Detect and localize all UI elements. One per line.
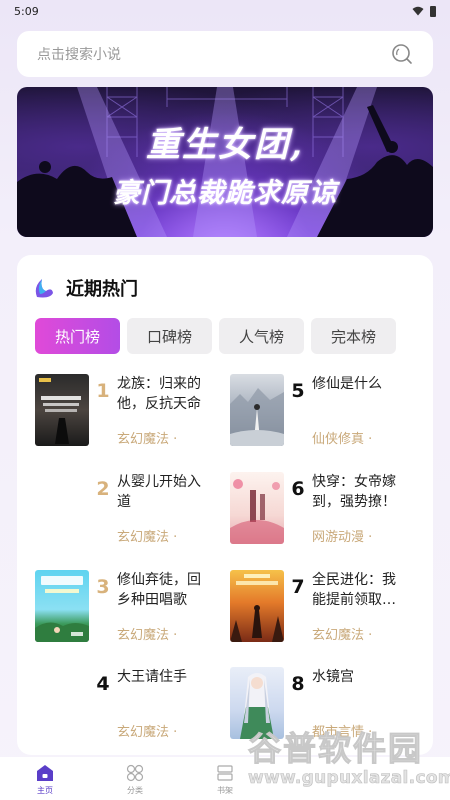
book-cover xyxy=(35,570,89,642)
tab-hot[interactable]: 热门榜 xyxy=(35,318,120,354)
nav-label: 主页 xyxy=(37,786,53,795)
cover-art xyxy=(230,574,284,642)
section-header: 近期热门 xyxy=(34,275,138,301)
cover-art xyxy=(230,388,284,446)
book-rank: 5 xyxy=(291,380,305,402)
book-genre: 玄幻魔法 · xyxy=(117,725,178,740)
book-title: 从婴儿开始入道 xyxy=(117,474,201,510)
book-genre: 玄幻魔法 · xyxy=(117,628,178,643)
book-title: 龙族：归来的他，反抗天命 xyxy=(117,376,201,412)
nav-label: 分类 xyxy=(127,786,143,795)
book-item[interactable]: 3 修仙弃徒，回乡种田唱歌 玄幻魔法 · xyxy=(35,570,209,643)
cover-art xyxy=(39,378,81,444)
book-cover xyxy=(35,472,89,544)
book-genre: 玄幻魔法 · xyxy=(117,432,178,447)
banner-title-line1: 重生女团, xyxy=(146,125,304,165)
search-placeholder: 点击搜索小说 xyxy=(37,47,121,63)
book-cover xyxy=(230,472,284,544)
book-rank: 3 xyxy=(96,576,110,598)
book-item[interactable]: 1 龙族：归来的他，反抗天命 玄幻魔法 · xyxy=(35,374,209,447)
book-item[interactable]: 4 大王请住手 玄幻魔法 · xyxy=(35,667,209,740)
cover-art xyxy=(230,479,284,544)
status-time: 5:09 xyxy=(14,4,39,18)
book-cover xyxy=(35,374,89,446)
tab-popularity[interactable]: 人气榜 xyxy=(219,318,304,354)
hot-list-card: 近期热门 热门榜 口碑榜 人气榜 完本榜 1 龙族：归来的他，反抗天命 玄幻魔法… xyxy=(17,255,433,755)
ranking-tabs: 热门榜 口碑榜 人气榜 完本榜 xyxy=(35,318,396,354)
book-rank: 7 xyxy=(291,576,305,598)
tab-completed[interactable]: 完本榜 xyxy=(311,318,396,354)
book-cover xyxy=(230,570,284,642)
book-title: 修仙是什么 xyxy=(312,376,382,392)
book-genre: 网游动漫 · xyxy=(312,530,373,545)
book-genre: 玄幻魔法 · xyxy=(117,530,178,545)
status-icons xyxy=(412,5,436,17)
search-icon[interactable] xyxy=(391,43,413,65)
watermark-url-text: www.gupuxlazal.com xyxy=(248,768,450,789)
section-title: 近期热门 xyxy=(66,279,138,300)
book-title: 水镜宫 xyxy=(312,669,354,685)
watermark-main-text: 谷普软件园 xyxy=(248,729,423,769)
nav-home[interactable]: 主页 xyxy=(0,757,90,800)
battery-icon xyxy=(430,5,436,17)
banner-title-line2: 豪门总裁跪求原谅 xyxy=(113,178,337,209)
nav-category[interactable]: 分类 xyxy=(90,757,180,800)
book-rank: 6 xyxy=(291,478,305,500)
book-title: 全民进化：我能提前领取… xyxy=(312,572,396,608)
book-genre: 玄幻魔法 · xyxy=(312,628,373,643)
book-title: 快穿：女帝嫁到，强势撩！ xyxy=(312,474,396,510)
book-cover xyxy=(230,374,284,446)
book-genre: 仙侠修真 · xyxy=(312,432,373,447)
site-watermark: 谷普软件园 www.gupuxlazal.com xyxy=(248,722,450,792)
book-item[interactable]: 5 修仙是什么 仙侠修真 · xyxy=(230,374,404,447)
book-item[interactable]: 2 从婴儿开始入道 玄幻魔法 · xyxy=(35,472,209,545)
nav-label: 书架 xyxy=(217,786,233,795)
book-item[interactable]: 7 全民进化：我能提前领取… 玄幻魔法 · xyxy=(230,570,404,643)
book-title: 修仙弃徒，回乡种田唱歌 xyxy=(117,572,201,608)
search-bar[interactable]: 点击搜索小说 xyxy=(17,31,433,77)
book-title: 大王请住手 xyxy=(117,669,187,685)
book-rank: 4 xyxy=(96,673,110,695)
book-rank: 2 xyxy=(96,478,110,500)
home-icon xyxy=(37,765,53,781)
book-cover xyxy=(35,667,89,739)
category-icon xyxy=(126,764,144,782)
cover-art xyxy=(35,576,89,642)
status-bar: 5:09 xyxy=(0,0,450,22)
bookshelf-icon xyxy=(217,765,233,781)
book-item[interactable]: 6 快穿：女帝嫁到，强势撩！ 网游动漫 · xyxy=(230,472,404,545)
wifi-icon xyxy=(412,6,424,16)
promo-banner[interactable]: 重生女团, 豪门总裁跪求原谅 xyxy=(17,87,433,237)
book-rank: 1 xyxy=(96,380,110,402)
app-logo-icon xyxy=(35,279,53,298)
tab-reputation[interactable]: 口碑榜 xyxy=(127,318,212,354)
